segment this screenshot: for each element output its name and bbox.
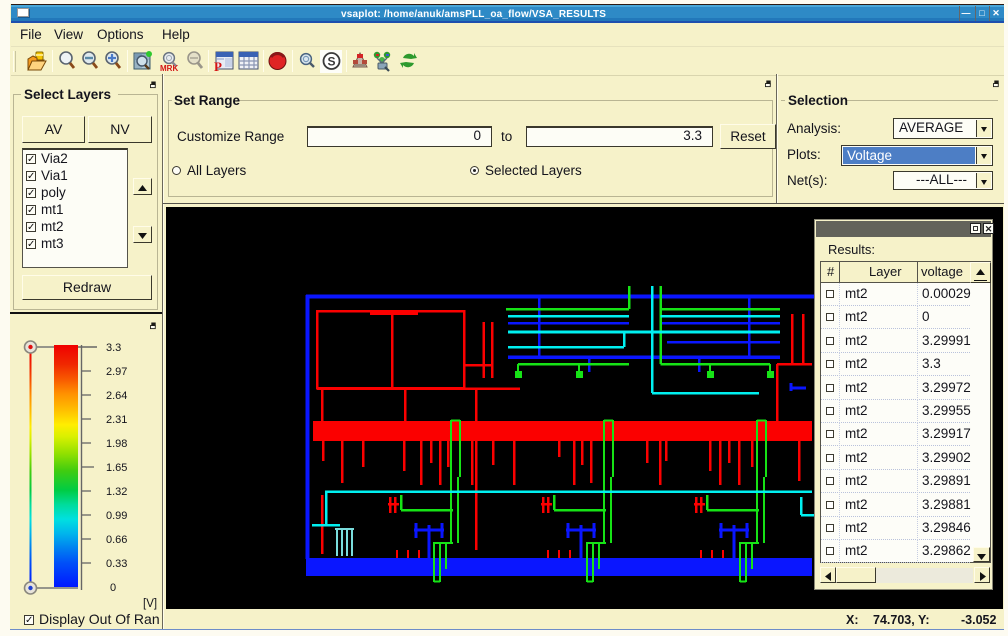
svg-text:2.97: 2.97 bbox=[106, 366, 127, 378]
svg-text:1.65: 1.65 bbox=[106, 462, 127, 474]
svg-text:0.99: 0.99 bbox=[106, 510, 127, 522]
svg-text:0: 0 bbox=[110, 582, 116, 594]
svg-text:S: S bbox=[328, 55, 336, 69]
svg-text:0.66: 0.66 bbox=[106, 534, 127, 546]
svg-text:0.33: 0.33 bbox=[106, 558, 127, 570]
svg-text:2.64: 2.64 bbox=[106, 390, 127, 402]
svg-text:1.32: 1.32 bbox=[106, 486, 127, 498]
svg-text:P: P bbox=[214, 59, 222, 72]
svg-text:1.98: 1.98 bbox=[106, 438, 127, 450]
svg-text:3.3: 3.3 bbox=[106, 342, 121, 354]
svg-text:MRK: MRK bbox=[160, 64, 178, 73]
svg-text:2.31: 2.31 bbox=[106, 414, 127, 426]
